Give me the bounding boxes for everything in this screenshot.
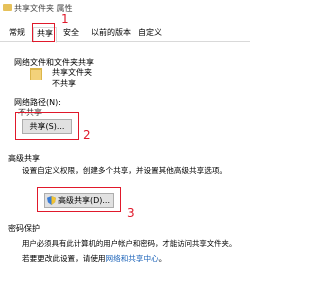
- folder-icon: [3, 4, 12, 11]
- hint-suffix: 。: [158, 254, 167, 263]
- password-protection-hint: 若要更改此设置，请使用网络和共享中心。: [22, 253, 166, 264]
- share-status: 不共享: [52, 79, 76, 88]
- tab-previous-versions[interactable]: 以前的版本: [88, 27, 134, 41]
- folder-name: 共享文件夹: [52, 68, 92, 77]
- annotation-box-2: [15, 112, 79, 140]
- password-protection-description: 用户必须具有此计算机的用户帐户和密码，才能访问共享文件夹。: [22, 239, 237, 248]
- folder-icon-large: [30, 68, 42, 80]
- password-protection-title: 密码保护: [8, 224, 40, 233]
- advanced-share-title: 高级共享: [8, 154, 40, 163]
- tab-customize[interactable]: 自定义: [136, 27, 164, 41]
- tab-general[interactable]: 常规: [6, 27, 28, 41]
- tab-security[interactable]: 安全: [60, 27, 82, 41]
- annotation-box-1: [32, 23, 55, 42]
- network-sharing-center-link[interactable]: 网络和共享中心: [106, 254, 159, 263]
- annotation-number-3: 3: [127, 206, 135, 220]
- annotation-number-1: 1: [61, 12, 69, 26]
- hint-prefix: 若要更改此设置，请使用: [22, 254, 106, 263]
- advanced-share-description: 设置自定义权限，创建多个共享，并设置其他高级共享选项。: [22, 166, 228, 175]
- annotation-number-2: 2: [83, 128, 91, 142]
- title-bar: 共享文件夹 属性: [0, 0, 250, 18]
- annotation-box-3: [37, 187, 121, 212]
